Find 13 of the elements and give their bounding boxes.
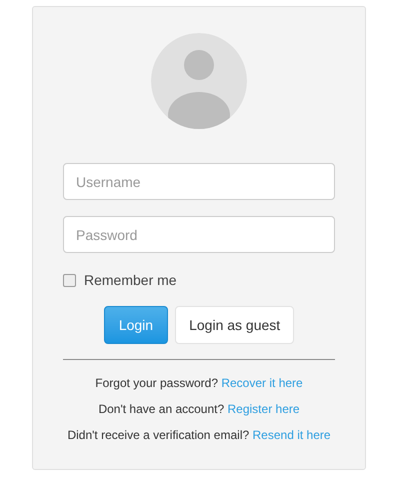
help-text: Forgot your password? Recover it here <box>95 375 303 392</box>
remember-checkbox[interactable] <box>63 274 76 287</box>
remember-label: Remember me <box>84 271 177 290</box>
help-link[interactable]: Recover it here <box>221 376 303 390</box>
help-link[interactable]: Register here <box>228 402 300 416</box>
password-field[interactable]: Password <box>63 216 335 253</box>
avatar-icon <box>151 33 247 129</box>
help-link[interactable]: Resend it here <box>252 428 331 442</box>
login-button[interactable]: Login <box>104 306 168 344</box>
help-text: Didn't receive a verification email? Resend it here <box>67 427 331 444</box>
help-text: Don't have an account? Register here <box>98 401 300 418</box>
username-field[interactable]: Username <box>63 163 335 200</box>
guest-login-button[interactable]: Login as guest <box>175 306 294 344</box>
